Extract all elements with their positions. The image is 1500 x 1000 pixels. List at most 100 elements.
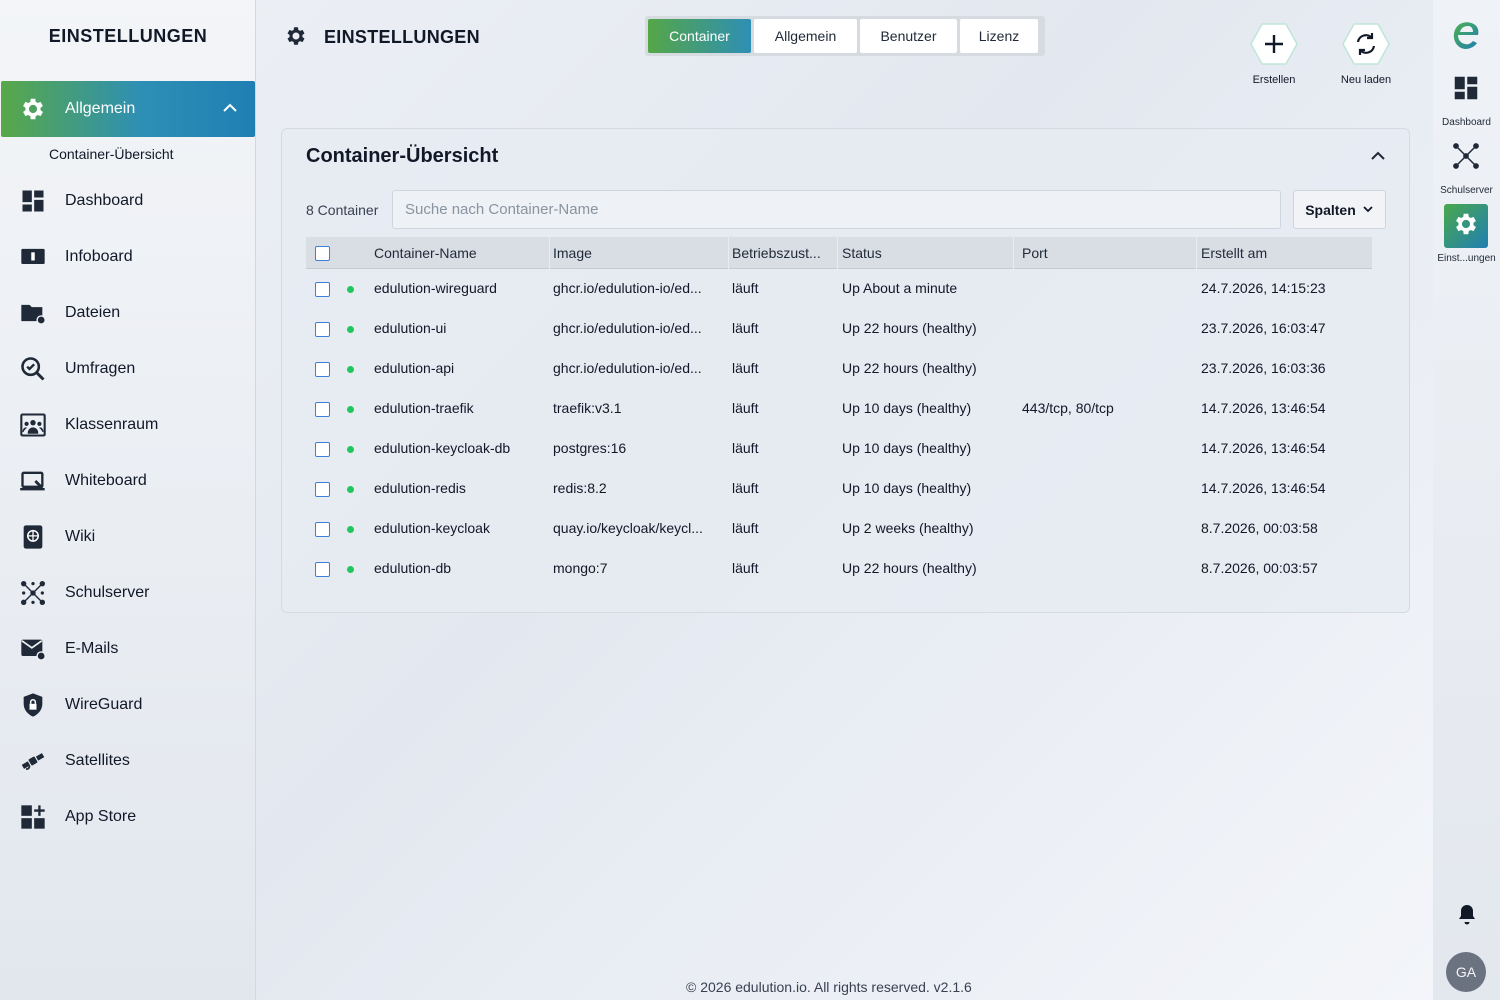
- row-checkbox[interactable]: [315, 362, 330, 377]
- footer-copyright: © 2026 edulution.io. All rights reserved…: [686, 979, 972, 995]
- tab-benutzer[interactable]: Benutzer: [860, 19, 957, 53]
- sidebar-item-label: Dashboard: [65, 192, 144, 209]
- sidebar-item-umfragen[interactable]: Umfragen: [0, 341, 256, 397]
- sidebar-title: EINSTELLUNGEN: [48, 26, 208, 46]
- rail-item-schulserver[interactable]: [1444, 136, 1488, 180]
- row-checkbox[interactable]: [315, 442, 330, 457]
- sidebar-item-infoboard[interactable]: Infoboard: [0, 229, 256, 285]
- reload-button-label: Neu laden: [1340, 74, 1392, 86]
- cell-container-name: edulution-api: [374, 360, 455, 376]
- search-input[interactable]: [392, 190, 1281, 229]
- cell-image: redis:8.2: [553, 480, 607, 496]
- cell-container-name: edulution-ui: [374, 320, 447, 336]
- avatar[interactable]: GA: [1446, 952, 1486, 992]
- tab-container[interactable]: Container: [648, 19, 751, 53]
- sidebar-item-label: Allgemein: [65, 100, 136, 117]
- cell-container-name: edulution-traefik: [374, 400, 474, 416]
- select-all-checkbox[interactable]: [315, 246, 330, 261]
- edulution-logo[interactable]: [1444, 14, 1488, 58]
- row-checkbox[interactable]: [315, 562, 330, 577]
- network-icon: [18, 578, 48, 608]
- cell-created: 8.7.2026, 00:03:58: [1201, 520, 1318, 536]
- sidebar-item-allgemein[interactable]: Allgemein: [1, 81, 255, 137]
- rail-item-settings[interactable]: [1444, 204, 1488, 248]
- table-row[interactable]: edulution-redis redis:8.2 läuft Up 10 days …: [306, 469, 1372, 509]
- cell-created: 14.7.2026, 13:46:54: [1201, 400, 1326, 416]
- cell-container-name: edulution-redis: [374, 480, 466, 496]
- rail-item-dashboard[interactable]: [1444, 68, 1488, 112]
- cell-status: Up 2 weeks (healthy): [842, 520, 974, 536]
- chevron-down-icon: [1362, 202, 1374, 218]
- cell-state: läuft: [732, 480, 759, 496]
- cell-status: Up 10 days (healthy): [842, 480, 972, 496]
- row-checkbox[interactable]: [315, 402, 330, 417]
- cell-port: 443/tcp, 80/tcp: [1022, 400, 1114, 416]
- cell-created: 14.7.2026, 13:46:54: [1201, 480, 1326, 496]
- status-dot: [347, 326, 354, 333]
- row-checkbox[interactable]: [315, 322, 330, 337]
- column-header-state[interactable]: Betriebszust...: [732, 245, 832, 261]
- sidebar-item-klassenraum[interactable]: Klassenraum: [0, 397, 256, 453]
- app-store-icon: [18, 802, 48, 832]
- sidebar-item-emails[interactable]: E-Mails: [0, 621, 256, 677]
- table-row[interactable]: edulution-wireguard ghcr.io/edulution-io/…: [306, 269, 1372, 309]
- column-header-name[interactable]: Container-Name: [374, 245, 544, 261]
- column-header-image[interactable]: Image: [553, 245, 723, 261]
- row-checkbox[interactable]: [315, 522, 330, 537]
- create-button-label: Erstellen: [1252, 74, 1296, 86]
- chevron-up-icon[interactable]: [221, 99, 239, 122]
- right-rail: Dashboard Schulserver Einst...ungen GA: [1433, 0, 1500, 1000]
- sidebar-item-satellites[interactable]: Satellites: [0, 733, 256, 789]
- cell-state: läuft: [732, 560, 759, 576]
- cell-state: läuft: [732, 440, 759, 456]
- cell-status: Up 10 days (healthy): [842, 440, 972, 456]
- rail-item-label: Dashboard: [1442, 117, 1491, 128]
- table-row[interactable]: edulution-api ghcr.io/edulution-io/ed... l…: [306, 349, 1372, 389]
- sidebar-item-dateien[interactable]: Dateien: [0, 285, 256, 341]
- column-divider: [1196, 237, 1197, 269]
- sidebar-item-label: Klassenraum: [65, 416, 159, 433]
- cell-created: 24.7.2026, 14:15:23: [1201, 280, 1326, 296]
- reload-button[interactable]: [1342, 22, 1390, 66]
- table-row[interactable]: edulution-ui ghcr.io/edulution-io/ed... lä…: [306, 309, 1372, 349]
- cell-status: Up About a minute: [842, 280, 958, 296]
- sidebar-item-app-store[interactable]: App Store: [0, 789, 256, 845]
- cell-state: läuft: [732, 360, 759, 376]
- row-checkbox[interactable]: [315, 282, 330, 297]
- status-dot: [347, 526, 354, 533]
- column-divider: [837, 237, 838, 269]
- tab-lizenz[interactable]: Lizenz: [960, 19, 1038, 53]
- column-header-status[interactable]: Status: [842, 245, 1007, 261]
- column-divider: [1013, 237, 1014, 269]
- bell-icon[interactable]: [1457, 904, 1477, 931]
- row-checkbox[interactable]: [315, 482, 330, 497]
- mail-icon: [18, 634, 48, 664]
- cell-image: traefik:v3.1: [553, 400, 622, 416]
- chevron-up-icon[interactable]: [1369, 147, 1387, 170]
- column-header-created[interactable]: Erstellt am: [1201, 245, 1371, 261]
- create-button[interactable]: [1250, 22, 1298, 66]
- sidebar-item-dashboard[interactable]: Dashboard: [0, 173, 256, 229]
- sidebar-subitem-container-overview[interactable]: Container-Übersicht: [49, 146, 174, 162]
- columns-button-label: Spalten: [1305, 201, 1356, 218]
- columns-button[interactable]: Spalten: [1293, 190, 1386, 229]
- tab-allgemein[interactable]: Allgemein: [754, 19, 857, 53]
- status-dot: [347, 446, 354, 453]
- cell-image: quay.io/keycloak/keycl...: [553, 520, 703, 536]
- gear-icon: [1452, 210, 1480, 243]
- column-divider: [549, 237, 550, 269]
- cell-container-name: edulution-keycloak: [374, 520, 490, 536]
- table-row[interactable]: edulution-db mongo:7 läuft Up 22 hours (hea…: [306, 549, 1372, 589]
- sidebar-item-wiki[interactable]: Wiki: [0, 509, 256, 565]
- folder-icon: [18, 298, 48, 328]
- table-row[interactable]: edulution-keycloak quay.io/keycloak/keycl…: [306, 509, 1372, 549]
- sidebar-item-whiteboard[interactable]: Whiteboard: [0, 453, 256, 509]
- column-header-port[interactable]: Port: [1022, 245, 1192, 261]
- table-row[interactable]: edulution-keycloak-db postgres:16 läuft Up …: [306, 429, 1372, 469]
- sidebar-item-wireguard[interactable]: WireGuard: [0, 677, 256, 733]
- sidebar-item-schulserver[interactable]: Schulserver: [0, 565, 256, 621]
- cell-image: ghcr.io/edulution-io/ed...: [553, 280, 702, 296]
- table-row[interactable]: edulution-traefik traefik:v3.1 läuft Up 10 …: [306, 389, 1372, 429]
- cell-created: 23.7.2026, 16:03:36: [1201, 360, 1326, 376]
- container-count: 8 Container: [306, 202, 379, 218]
